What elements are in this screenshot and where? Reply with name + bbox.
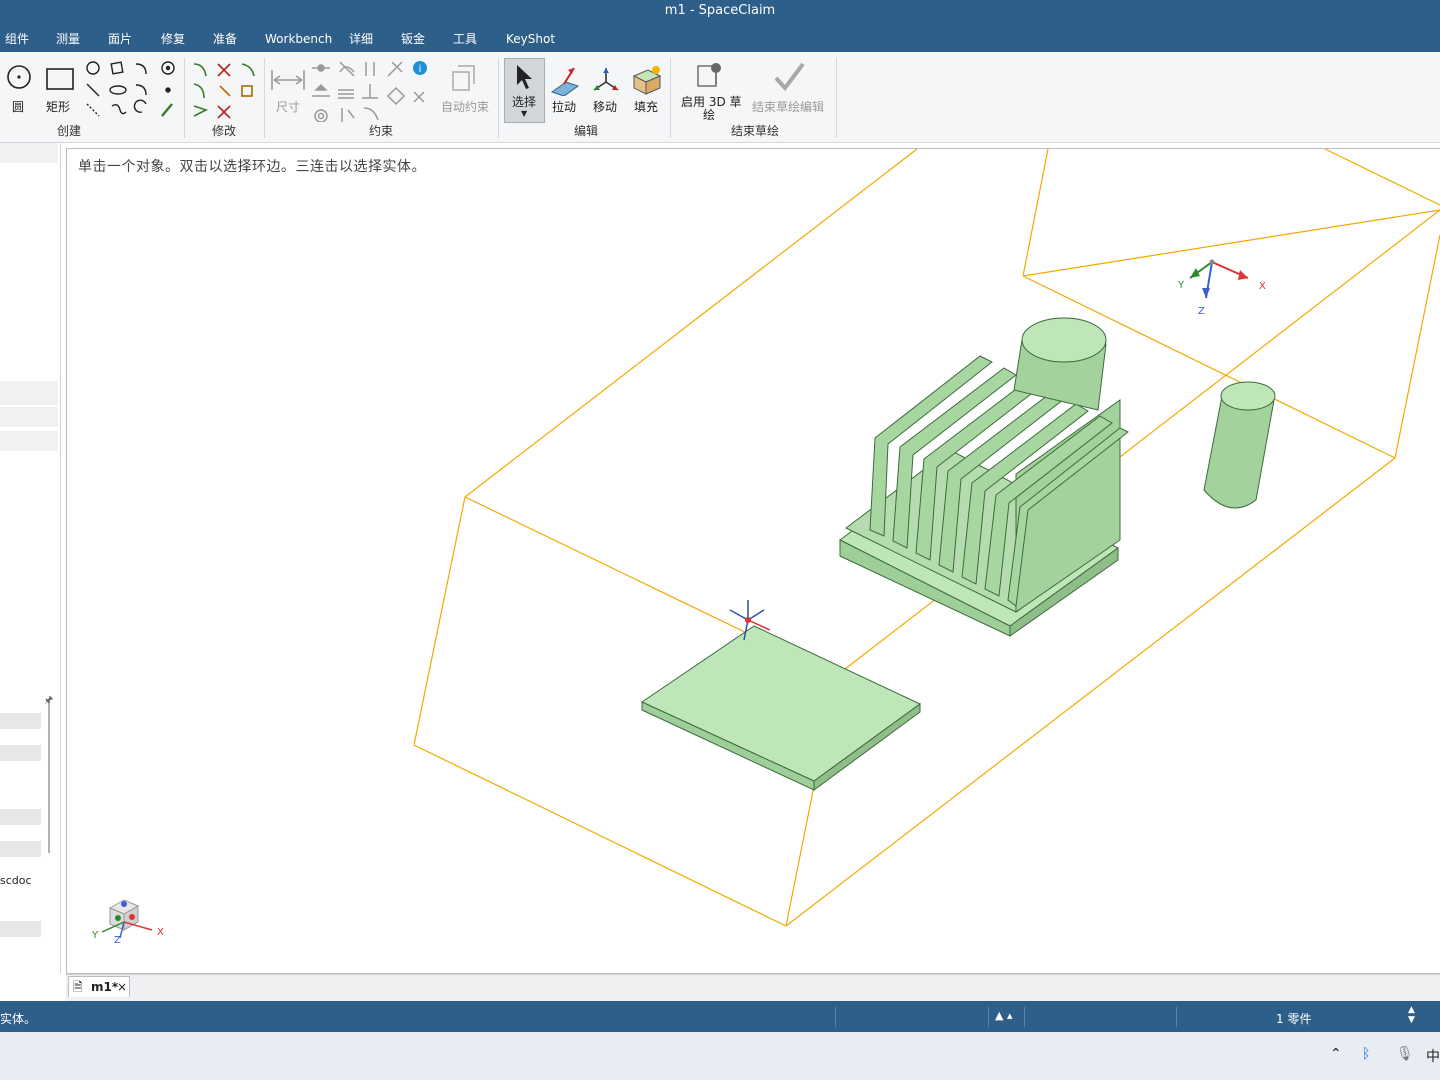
rectangle-tool-label[interactable]: 矩形 xyxy=(46,98,70,115)
group-create-label: 创建 xyxy=(56,124,81,138)
file-name-fragment[interactable]: scdoc xyxy=(0,874,32,887)
triad-top-y-label: Y xyxy=(1177,280,1185,291)
view-triad-top[interactable] xyxy=(1189,259,1249,299)
tab-m1[interactable]: 🗎 m1* × xyxy=(68,976,130,997)
spinner-arrows-icon[interactable]: ▲ ▼ xyxy=(1408,1005,1415,1025)
select-tool-button[interactable]: 选择 ▼ xyxy=(504,58,545,123)
triad-top-z-label: Z xyxy=(1198,306,1205,317)
svg-text:i: i xyxy=(419,64,422,75)
end-sketch-edit-label[interactable]: 结束草绘编辑 xyxy=(752,98,824,115)
enable-3d-sketch-label-2[interactable]: 绘 xyxy=(703,106,715,123)
move-tool-icon[interactable] xyxy=(590,64,622,96)
auto-constrain-label[interactable]: 自动约束 xyxy=(441,98,489,115)
selection-count[interactable]: 1 零件 xyxy=(1276,1010,1311,1027)
group-modify-label: 修改 xyxy=(211,124,236,138)
menu-detail[interactable]: 详细 xyxy=(349,22,373,52)
scene-3d[interactable]: X Y Z X Y Z xyxy=(66,148,1440,972)
menu-bar: 组件 测量 面片 修复 准备 Workbench 详细 钣金 工具 KeySho… xyxy=(0,22,1440,52)
rectangle-tool-icon[interactable] xyxy=(44,66,76,92)
document-icon: 🗎 xyxy=(73,980,83,994)
select-tool-label: 选择 xyxy=(512,95,537,109)
enable-3d-sketch-icon[interactable] xyxy=(694,60,726,92)
pull-tool-label[interactable]: 拉动 xyxy=(552,98,576,115)
small-cylinder-solid[interactable] xyxy=(1203,381,1276,509)
auto-constrain-icon[interactable] xyxy=(448,64,480,94)
group-end-sketch-label: 结束草绘 xyxy=(730,124,779,138)
menu-prepare[interactable]: 准备 xyxy=(213,22,237,52)
tab-m1-label: m1* xyxy=(91,980,119,994)
constraint-tools-icon[interactable]: i xyxy=(310,60,434,122)
group-constrain-label: 约束 xyxy=(368,124,393,138)
circle-tool-icon[interactable] xyxy=(6,64,32,90)
arrow-cursor-icon xyxy=(517,65,532,89)
menu-workbench[interactable]: Workbench xyxy=(265,22,332,52)
view-cube-triad[interactable] xyxy=(101,899,153,939)
microphone-icon[interactable]: 🎙 xyxy=(1396,1046,1414,1062)
circle-tool-label[interactable]: 圆 xyxy=(12,98,24,115)
ime-indicator[interactable]: 中 xyxy=(1426,1046,1440,1066)
triad-top-x-label: X xyxy=(1259,281,1266,292)
menu-sheet-metal[interactable]: 钣金 xyxy=(401,22,425,52)
dimension-tool-icon[interactable] xyxy=(270,66,306,94)
menu-facets[interactable]: 面片 xyxy=(108,22,132,52)
triad-bottom-x-label: X xyxy=(157,927,164,938)
triad-bottom-z-label: Z xyxy=(114,935,121,946)
fill-tool-label[interactable]: 填充 xyxy=(634,98,658,115)
modify-tools-icon[interactable] xyxy=(190,60,260,122)
chevron-up-icon[interactable]: ⌃ xyxy=(1330,1046,1342,1062)
menu-measure[interactable]: 测量 xyxy=(56,22,80,52)
status-message: 实体。 xyxy=(0,1012,37,1026)
menu-repair[interactable]: 修复 xyxy=(161,22,185,52)
os-taskbar: ⌃ ᛒ 🎙 中 xyxy=(0,1032,1440,1080)
ribbon: 圆 矩形 创建 修改 尺寸 i 自动约束 约束 选择 ▼ 拉动 移动 填充 编辑… xyxy=(0,52,1440,143)
title-bar: m1 - SpaceClaim xyxy=(0,0,1440,22)
tab-close-icon[interactable]: × xyxy=(117,977,127,997)
document-tab-strip xyxy=(66,974,1440,1001)
menu-keyshot[interactable]: KeyShot xyxy=(506,22,555,52)
menu-assembly[interactable]: 组件 xyxy=(5,22,29,52)
move-tool-label[interactable]: 移动 xyxy=(593,98,617,115)
menu-tools[interactable]: 工具 xyxy=(453,22,477,52)
create-tools-icon[interactable] xyxy=(84,60,180,122)
group-edit-label: 编辑 xyxy=(573,124,598,138)
structure-panel: 🖈 🖈 🖈 scdoc xyxy=(0,143,61,973)
pull-tool-icon[interactable] xyxy=(548,64,582,96)
triad-bottom-y-label: Y xyxy=(91,930,99,941)
selection-filter-icon[interactable]: ▲ ▴ xyxy=(995,1009,1012,1022)
dimension-tool-label[interactable]: 尺寸 xyxy=(276,98,300,115)
bluetooth-icon[interactable]: ᛒ xyxy=(1362,1046,1370,1062)
dropdown-arrow-icon: ▼ xyxy=(521,109,528,118)
status-bar: 实体。 ▲ ▴ 1 零件 ▲ ▼ xyxy=(0,1001,1440,1032)
fill-tool-icon[interactable] xyxy=(630,64,664,96)
checkmark-icon[interactable] xyxy=(772,62,806,94)
panel-scrollbar[interactable] xyxy=(48,703,50,853)
plate-solid[interactable] xyxy=(640,625,921,791)
window-title: m1 - SpaceClaim xyxy=(664,3,776,18)
